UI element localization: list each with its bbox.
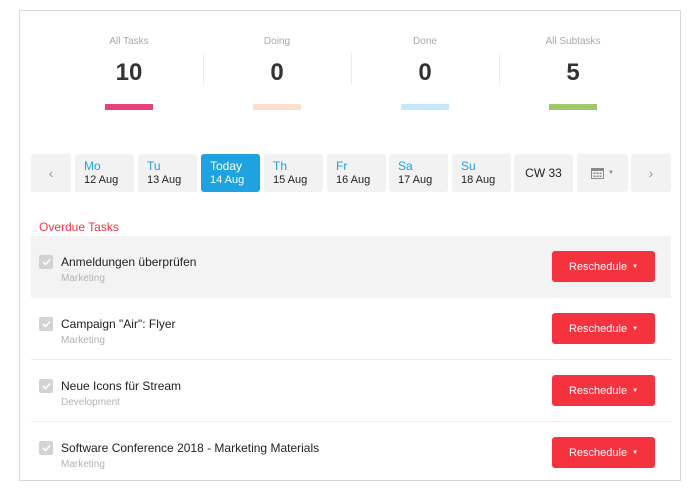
stat-label: All Tasks (109, 36, 149, 47)
day-name: Th (273, 159, 288, 173)
stat-label: Done (413, 36, 437, 47)
chevron-left-icon: ‹ (48, 164, 54, 181)
checkmark-icon (41, 320, 51, 328)
day-fr[interactable]: Fr 16 Aug (327, 154, 386, 192)
stats-row: All Tasks 10 Doing 0 Done 0 All Subtasks… (55, 33, 647, 123)
task-row: Campaign "Air": Flyer Marketing Reschedu… (31, 298, 671, 360)
checkmark-icon (41, 444, 51, 452)
task-row: Software Conference 2018 - Marketing Mat… (31, 422, 671, 480)
reschedule-button[interactable]: Reschedule ▼ (552, 375, 655, 406)
overdue-tasks-title: Overdue Tasks (39, 220, 119, 234)
date-navigation: ‹ Mo 12 Aug Tu 13 Aug Today 14 Aug Th 15… (31, 154, 671, 192)
stat-value: 10 (115, 59, 143, 86)
stat-bar (549, 104, 597, 110)
stat-all-tasks: All Tasks 10 (55, 33, 203, 123)
prev-week-button[interactable]: ‹ (31, 154, 71, 192)
checkmark-icon (41, 382, 51, 390)
checkmark-icon (41, 258, 51, 266)
stat-bar (401, 104, 449, 110)
day-date: 17 Aug (398, 174, 433, 186)
stat-done: Done 0 (351, 33, 499, 123)
day-th[interactable]: Th 15 Aug (264, 154, 323, 192)
caret-down-icon: ▼ (632, 449, 639, 456)
task-category: Marketing (61, 459, 105, 470)
task-category: Marketing (61, 273, 105, 284)
day-tu[interactable]: Tu 13 Aug (138, 154, 197, 192)
stat-doing: Doing 0 (203, 33, 351, 123)
day-date: 14 Aug (210, 174, 245, 186)
caret-down-icon: ▼ (632, 325, 639, 332)
reschedule-button[interactable]: Reschedule ▼ (552, 437, 655, 468)
day-mo[interactable]: Mo 12 Aug (75, 154, 134, 192)
next-week-button[interactable]: › (631, 154, 671, 192)
task-row: Neue Icons für Stream Development Resche… (31, 360, 671, 422)
dashboard-panel: All Tasks 10 Doing 0 Done 0 All Subtasks… (19, 10, 681, 481)
calendar-week-button[interactable]: CW 33 (514, 154, 573, 192)
day-today[interactable]: Today 14 Aug (201, 154, 260, 192)
task-checkbox[interactable] (39, 441, 53, 455)
reschedule-label: Reschedule (568, 322, 628, 335)
day-su[interactable]: Su 18 Aug (452, 154, 511, 192)
task-title[interactable]: Neue Icons für Stream (61, 379, 181, 393)
day-date: 15 Aug (273, 174, 308, 186)
day-name: Tu (147, 159, 161, 173)
day-name: Fr (336, 159, 348, 173)
reschedule-label: Reschedule (568, 260, 628, 273)
day-date: 18 Aug (461, 174, 496, 186)
stat-value: 0 (270, 59, 284, 86)
chevron-right-icon: › (648, 164, 654, 181)
reschedule-button[interactable]: Reschedule ▼ (552, 313, 655, 344)
calendar-icon (591, 168, 605, 179)
task-category: Marketing (61, 335, 105, 346)
task-category: Development (61, 397, 120, 408)
overdue-task-list: Anmeldungen überprüfen Marketing Resched… (31, 236, 671, 480)
day-name: Mo (84, 159, 101, 173)
reschedule-button[interactable]: Reschedule ▼ (552, 251, 655, 282)
day-date: 16 Aug (336, 174, 371, 186)
stat-bar (253, 104, 301, 110)
day-date: 13 Aug (147, 174, 182, 186)
caret-down-icon: ▼ (608, 169, 614, 176)
reschedule-label: Reschedule (568, 446, 628, 459)
day-name: Su (461, 159, 476, 173)
stat-value: 5 (566, 59, 580, 86)
day-name: Today (210, 159, 243, 173)
day-sa[interactable]: Sa 17 Aug (389, 154, 448, 192)
stat-label: All Subtasks (545, 36, 601, 47)
day-name: Sa (398, 159, 413, 173)
calendar-picker-button[interactable]: ▼ (577, 154, 628, 192)
task-title[interactable]: Campaign "Air": Flyer (61, 317, 176, 331)
calendar-week-label: CW 33 (525, 165, 562, 180)
stat-all-subtasks: All Subtasks 5 (499, 33, 647, 123)
stat-bar (105, 104, 153, 110)
caret-down-icon: ▼ (632, 387, 639, 394)
task-title[interactable]: Software Conference 2018 - Marketing Mat… (61, 441, 319, 455)
task-checkbox[interactable] (39, 255, 53, 269)
task-checkbox[interactable] (39, 317, 53, 331)
task-checkbox[interactable] (39, 379, 53, 393)
reschedule-label: Reschedule (568, 384, 628, 397)
stat-label: Doing (263, 36, 291, 47)
stat-value: 0 (418, 59, 432, 86)
task-row: Anmeldungen überprüfen Marketing Resched… (31, 236, 671, 298)
caret-down-icon: ▼ (632, 263, 639, 270)
day-date: 12 Aug (84, 174, 119, 186)
task-title[interactable]: Anmeldungen überprüfen (61, 255, 196, 269)
